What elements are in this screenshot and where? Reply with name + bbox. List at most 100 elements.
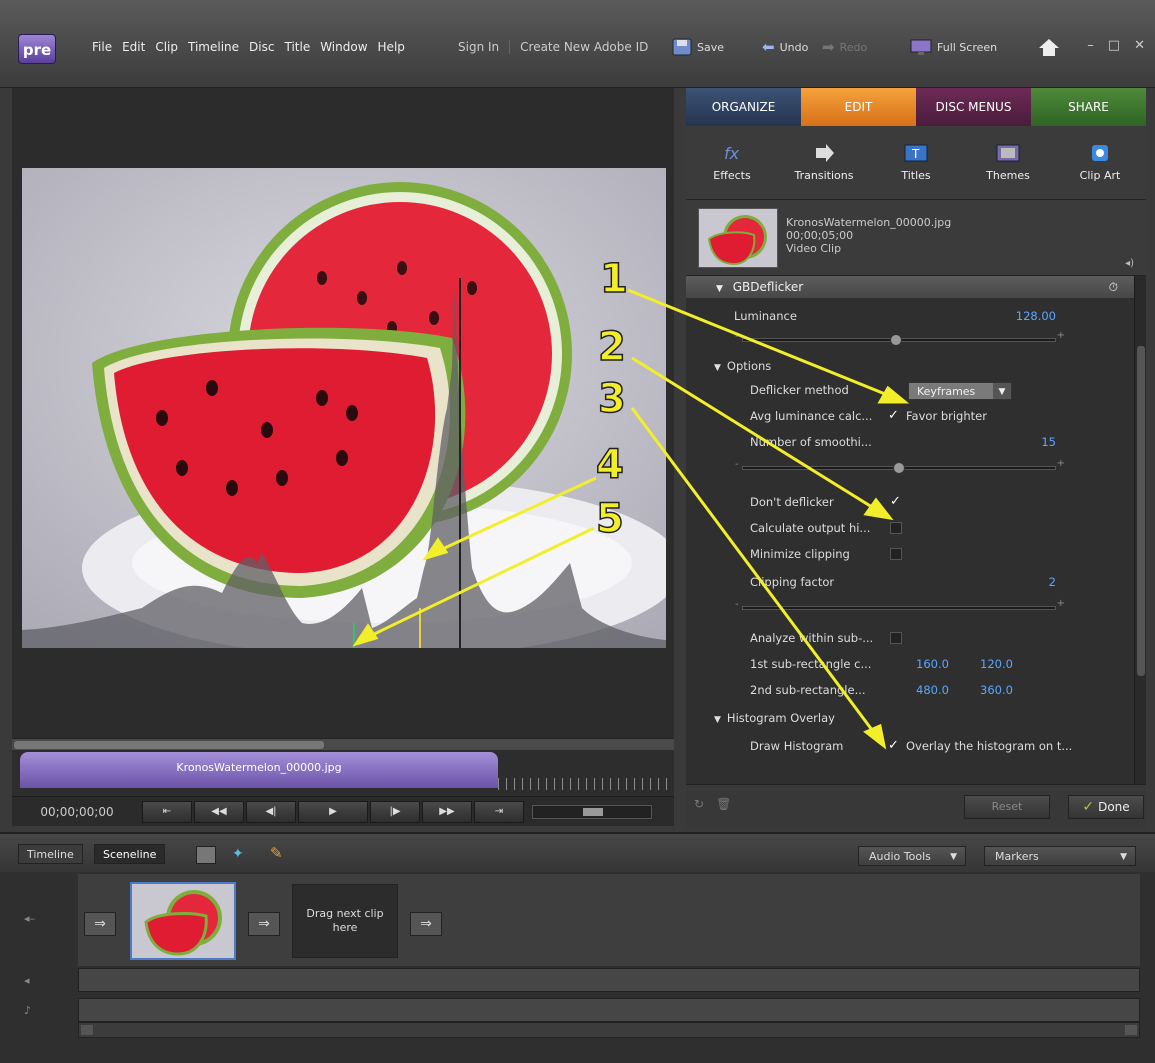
redo-icon: ➡ [822,38,835,56]
luminance-value[interactable]: 128.00 [1016,306,1056,326]
options-row[interactable]: ▼ Options [686,356,1126,376]
home-button[interactable] [1038,36,1060,58]
markers-dropdown[interactable]: Markers ▼ [984,846,1136,866]
timecode-display[interactable]: 00;00;00;00 [12,805,142,819]
effect-header[interactable]: ▼ GBDeflicker ⏱ [686,276,1134,298]
reset-button[interactable]: Reset [964,795,1050,819]
slider-knob[interactable] [890,334,902,346]
smoothing-value[interactable]: 15 [1041,432,1056,452]
audio-tools-dropdown[interactable]: Audio Tools ▼ [858,846,966,866]
menu-title[interactable]: Title [284,40,310,54]
titles-icon: T [904,144,928,162]
clip-art-tool[interactable]: Clip Art [1054,126,1146,199]
tab-sceneline[interactable]: Sceneline [94,844,166,864]
scene-clip[interactable] [130,882,236,960]
speaker-icon[interactable]: ◂) [1125,258,1134,269]
scroll-left-icon[interactable] [81,1025,93,1035]
menu-file[interactable]: File [92,40,112,54]
transition-slot-arrow[interactable]: ⇒ [410,912,442,936]
audio-track[interactable] [78,968,1140,992]
calc-output-checkbox[interactable] [890,522,902,534]
narration-track[interactable] [78,998,1140,1022]
slider-knob[interactable] [893,462,905,474]
tab-timeline[interactable]: Timeline [18,844,83,864]
menu-edit[interactable]: Edit [122,40,145,54]
create-id-link[interactable]: Create New Adobe ID [520,40,648,54]
scrollbar-thumb[interactable] [1137,346,1145,676]
histogram-row[interactable]: ▼ Histogram Overlay [686,708,1126,728]
effects-tool[interactable]: fx Effects [686,126,778,199]
transitions-tool[interactable]: Transitions [778,126,870,199]
menu-window[interactable]: Window [320,40,367,54]
tab-share[interactable]: SHARE [1031,88,1146,126]
undo-button[interactable]: ⬅ Undo [762,36,808,58]
minimize-clipping-checkbox[interactable] [890,548,902,560]
drag-clip-slot[interactable]: Drag next clip here [292,884,398,958]
themes-tool[interactable]: Themes [962,126,1054,199]
tab-organize[interactable]: ORGANIZE [686,88,801,126]
transition-slot-arrow[interactable]: ⇒ [248,912,280,936]
dont-deflicker-checkbox[interactable]: ✓ [890,495,902,508]
magic-wand-icon[interactable]: ✎ [270,844,283,862]
fast-forward-button[interactable]: ▶▶ [422,800,472,823]
monitor-scrollbar[interactable] [12,738,674,750]
trash-icon[interactable]: 🗑 [716,797,731,811]
step-back-button[interactable]: ◀| [246,800,296,823]
stopwatch-icon[interactable]: ⏱ [1109,276,1118,298]
sceneline-scrollbar[interactable] [78,1022,1140,1038]
luminance-label: Luminance [734,309,797,323]
rect1-x[interactable]: 160.0 [916,654,949,674]
scrollbar-thumb[interactable] [14,741,324,749]
themes-label: Themes [986,169,1030,182]
narration-track-icon: ♪ [24,1004,32,1017]
menu-disc[interactable]: Disc [249,40,274,54]
checkmark-icon: ✓ [1082,799,1095,815]
save-button[interactable]: Save [672,36,724,58]
rect1-y[interactable]: 120.0 [980,654,1013,674]
rect2-row: 2nd sub-rectangle... 480.0 360.0 [686,680,1126,700]
menu-clip[interactable]: Clip [155,40,178,54]
fullscreen-button[interactable]: Full Screen [910,36,997,58]
play-button[interactable]: ▶ [298,800,368,823]
smoothing-slider[interactable]: - + [735,458,1065,474]
tab-disc-menus[interactable]: DISC MENUS [916,88,1031,126]
rewind-button[interactable]: ◀◀ [194,800,244,823]
shuttle-knob[interactable] [583,807,603,816]
overlay-checkbox[interactable]: ✓ [888,739,900,752]
luminance-slider[interactable]: - + [735,330,1065,346]
done-button[interactable]: ✓ Done [1068,795,1144,819]
rect2-y[interactable]: 360.0 [980,680,1013,700]
markers-label: Markers [995,850,1039,863]
close-icon[interactable]: ✕ [1134,38,1145,53]
rect2-x[interactable]: 480.0 [916,680,949,700]
redo-button[interactable]: ➡ Redo [822,36,867,58]
collapse-icon[interactable]: ▼ [716,284,723,294]
clipping-slider[interactable]: - + [735,598,1065,610]
titles-tool[interactable]: T Titles [870,126,962,199]
method-dropdown[interactable]: Keyframes ▼ [908,382,1012,400]
goto-end-button[interactable]: ⇥ [474,800,524,823]
effects-scrollbar[interactable] [1134,276,1146,784]
scroll-right-icon[interactable] [1125,1025,1137,1035]
home-icon [1039,39,1059,56]
minimize-icon[interactable]: – [1087,38,1094,53]
refresh-icon[interactable]: ↻ [694,797,704,811]
menu-help[interactable]: Help [378,40,405,54]
calc-output-row: Calculate output hi... [686,518,1126,538]
sign-in-link[interactable]: Sign In [458,40,499,54]
goto-start-button[interactable]: ⇤ [142,800,192,823]
clipping-value[interactable]: 2 [1049,572,1056,592]
tab-edit[interactable]: EDIT [801,88,916,126]
shuttle-slider[interactable] [532,804,652,819]
list-view-icon[interactable] [196,846,216,864]
clip-bar[interactable]: KronosWatermelon_00000.jpg [20,752,498,788]
menu-timeline[interactable]: Timeline [188,40,239,54]
chevron-down-icon: ▼ [1120,852,1127,862]
step-forward-button[interactable]: |▶ [370,800,420,823]
transition-slot-arrow[interactable]: ⇒ [84,912,116,936]
favor-brighter-checkbox[interactable]: ✓ [888,409,900,422]
smartfix-icon[interactable]: ✦ [232,846,244,862]
analyze-checkbox[interactable] [890,632,902,644]
preview-frame[interactable] [22,168,666,648]
maximize-icon[interactable]: □ [1108,38,1120,53]
